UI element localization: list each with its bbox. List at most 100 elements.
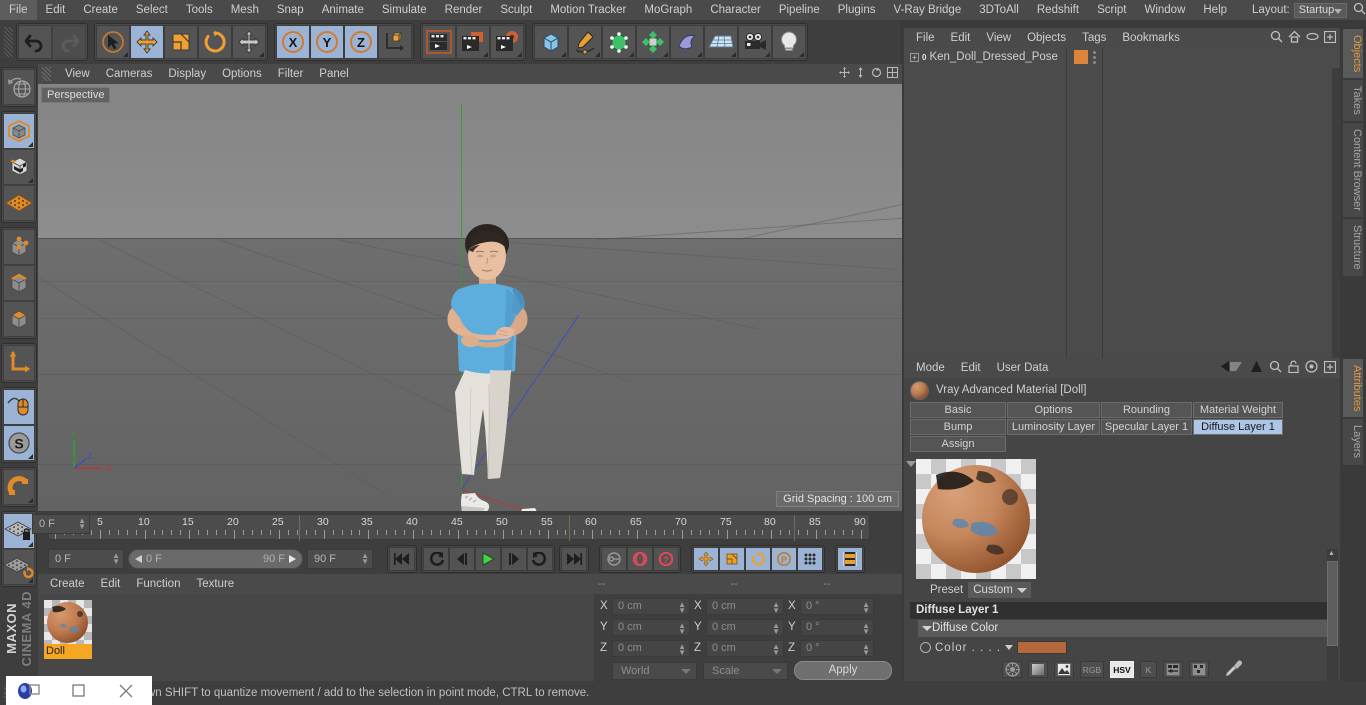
coord-field-size-x[interactable]: 0 cm ▲ ▼	[706, 597, 784, 615]
rotate-tool-button[interactable]	[198, 25, 232, 59]
tab-specular-layer-1[interactable]: Specular Layer 1	[1101, 419, 1192, 435]
menu-item-3dtoall[interactable]: 3DToAll	[970, 0, 1028, 20]
material-menu-edit[interactable]: Edit	[93, 578, 129, 590]
gradient-square-button[interactable]	[1028, 661, 1048, 678]
search-icon[interactable]	[1269, 360, 1282, 376]
play-button[interactable]	[475, 547, 501, 571]
back-arrow-icon[interactable]	[1220, 360, 1244, 376]
render-view-button[interactable]	[422, 25, 456, 59]
search-icon[interactable]	[1270, 30, 1283, 46]
play-backward-loop-button[interactable]	[423, 547, 449, 571]
axis-modify-button[interactable]	[3, 345, 35, 381]
camera-button[interactable]	[738, 25, 772, 59]
points-mode-button[interactable]	[3, 229, 35, 265]
enable-axis-button[interactable]	[3, 389, 35, 425]
spinner-icon[interactable]: ▲▼	[862, 621, 870, 635]
key-scale-button[interactable]	[719, 547, 745, 571]
viewport-menu-view[interactable]: View	[57, 68, 98, 80]
coord-field-position-z[interactable]: 0 cm ▲ ▼	[612, 639, 690, 657]
object-tree[interactable]: + 0 Ken_Doll_Dressed_Pose	[904, 48, 1340, 378]
tab-basic[interactable]: Basic	[910, 402, 1006, 418]
key-pla-button[interactable]	[797, 547, 823, 571]
pan-view-icon[interactable]	[839, 67, 850, 81]
polygons-mode-button[interactable]	[3, 301, 35, 337]
menu-item-tools[interactable]: Tools	[177, 0, 222, 20]
ellipse-icon[interactable]	[1306, 32, 1319, 44]
go-to-start-button[interactable]	[389, 547, 415, 571]
undo-button[interactable]	[18, 25, 52, 59]
menu-item-character[interactable]: Character	[701, 0, 770, 20]
menu-item-simulate[interactable]: Simulate	[373, 0, 436, 20]
expand-icon[interactable]	[1323, 30, 1337, 46]
end-frame-field[interactable]: 90 F ▲ ▼	[307, 549, 373, 569]
viewport-menubar-grip[interactable]	[42, 67, 51, 81]
start-frame-field[interactable]: 0 F ▲ ▼	[48, 549, 124, 569]
render-settings-button[interactable]	[490, 25, 524, 59]
viewport-menu-filter[interactable]: Filter	[270, 68, 312, 80]
collapse-triangle-icon[interactable]	[906, 461, 916, 467]
object-row-ken-doll[interactable]: + 0 Ken_Doll_Dressed_Pose	[904, 48, 1340, 66]
menu-item-sculpt[interactable]: Sculpt	[491, 0, 541, 20]
object-menu-bookmarks[interactable]: Bookmarks	[1114, 32, 1188, 44]
timeline-current-frame-field[interactable]: 0 F ▲ ▼	[32, 514, 90, 534]
close-window-icon[interactable]	[102, 676, 150, 705]
material-item-doll[interactable]: Doll	[44, 600, 92, 659]
rotate-view-icon[interactable]	[871, 67, 882, 81]
menu-item-window[interactable]: Window	[1135, 0, 1194, 20]
vertical-tab-attributes[interactable]: Attributes	[1342, 358, 1364, 419]
model-mode-button[interactable]	[3, 113, 35, 149]
move-alt-tool-button[interactable]	[232, 25, 266, 59]
edges-mode-button[interactable]	[3, 265, 35, 301]
zoom-view-icon[interactable]	[855, 67, 866, 81]
character-model[interactable]	[38, 84, 902, 511]
rgb-mode-button[interactable]: RGB	[1080, 661, 1104, 678]
color-wheel-button[interactable]	[1002, 661, 1022, 678]
record-key-button[interactable]	[601, 547, 627, 571]
menu-item-snap[interactable]: Snap	[268, 0, 313, 20]
spinner-icon[interactable]: ▲▼	[361, 552, 369, 566]
vertical-tab-layers[interactable]: Layers	[1342, 418, 1364, 466]
preset-select[interactable]: Custom	[968, 582, 1031, 598]
menu-item-file[interactable]: File	[0, 0, 37, 20]
x-axis-button[interactable]: X	[276, 25, 310, 59]
timeline-film-button[interactable]	[837, 547, 863, 571]
up-arrow-icon[interactable]	[1250, 360, 1263, 376]
lock-icon[interactable]	[1288, 360, 1299, 376]
spinner-icon[interactable]: ▲▼	[678, 621, 686, 635]
expand-icon[interactable]	[1323, 360, 1337, 376]
menu-item-v-ray-bridge[interactable]: V-Ray Bridge	[884, 0, 970, 20]
step-back-button[interactable]	[449, 547, 475, 571]
menu-item-mograph[interactable]: MoGraph	[635, 0, 701, 20]
object-tree-scrollbar[interactable]	[1332, 68, 1340, 378]
soft-selection-button[interactable]: S	[3, 425, 35, 461]
texture-mode-button[interactable]	[3, 149, 35, 185]
sliders-button[interactable]	[1163, 661, 1183, 678]
render-region-button[interactable]	[456, 25, 490, 59]
coordinate-system-select[interactable]: World	[612, 661, 697, 680]
layout-select[interactable]: Startup	[1293, 2, 1347, 18]
y-axis-button[interactable]: Y	[310, 25, 344, 59]
spinner-icon[interactable]: ▲▼	[112, 552, 120, 566]
menu-item-render[interactable]: Render	[436, 0, 492, 20]
tab-bump[interactable]: Bump	[910, 419, 1006, 435]
attributes-menu-mode[interactable]: Mode	[908, 362, 953, 374]
menu-item-select[interactable]: Select	[127, 0, 177, 20]
spinner-icon[interactable]: ▲▼	[772, 621, 780, 635]
tab-assign[interactable]: Assign	[910, 436, 1006, 452]
app-icon[interactable]	[6, 676, 54, 705]
object-menu-edit[interactable]: Edit	[943, 32, 979, 44]
viewport-menu-display[interactable]: Display	[160, 68, 214, 80]
tab-options[interactable]: Options	[1007, 402, 1100, 418]
menu-item-pipeline[interactable]: Pipeline	[770, 0, 829, 20]
color-radio-button[interactable]	[920, 642, 931, 653]
magnet-button[interactable]	[3, 469, 35, 505]
keyframe-selection-button[interactable]: ?	[653, 547, 679, 571]
kelvin-mode-button[interactable]: K	[1140, 661, 1157, 678]
workplane-button[interactable]	[3, 185, 35, 221]
vertical-tab-objects[interactable]: Objects	[1342, 28, 1364, 80]
object-menu-view[interactable]: View	[978, 32, 1019, 44]
viewport-menu-panel[interactable]: Panel	[311, 68, 356, 80]
scroll-up-icon[interactable]: ▲	[1328, 550, 1335, 557]
spinner-icon[interactable]: ▲▼	[772, 600, 780, 614]
timeline-range-slider[interactable]: 0 F 90 F	[128, 549, 303, 569]
